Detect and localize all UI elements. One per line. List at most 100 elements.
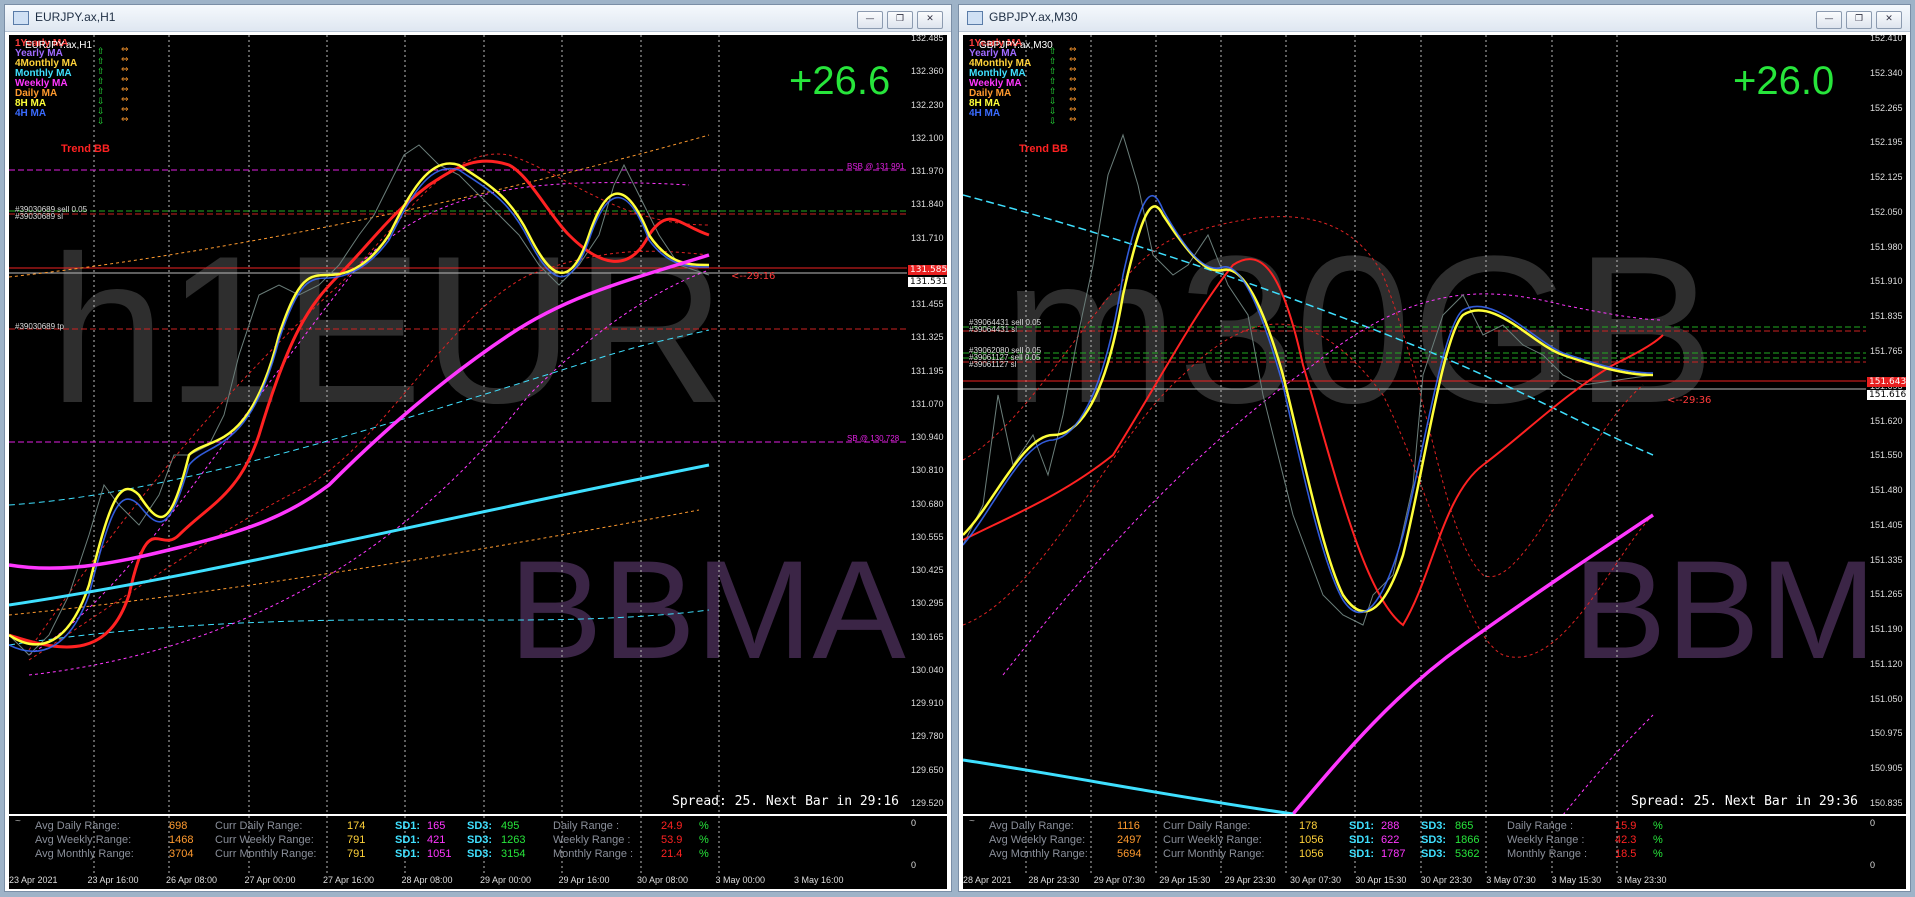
sub-grid [93, 816, 720, 873]
price-tick: 130.940 [911, 432, 944, 443]
spread-info: Spread: 25. Next Bar in 29:36 [1631, 794, 1858, 809]
sub-axis: 0 0 [1866, 816, 1906, 873]
sd1-monthly-value: 1787 [1381, 848, 1406, 860]
order-label[interactable]: #39064431 sl [969, 325, 1017, 334]
trend-bb-label: Trend BB [61, 143, 110, 155]
sd1-weekly-value: 421 [427, 834, 446, 846]
price-tick: 129.780 [911, 731, 944, 742]
title-bar[interactable]: EURJPY.ax,H1 — ❐ ✕ [5, 5, 951, 32]
curr-daily-value: 174 [347, 820, 366, 832]
price-chart[interactable]: h1EUR BBMA 1Yearly MA Yearly MA 4Monthly… [9, 35, 907, 814]
pips-counter: +26.0 [1733, 59, 1835, 103]
bar-timer: <--29:16 [731, 271, 776, 282]
time-tick: 29 Apr 23:30 [1224, 875, 1276, 885]
sd1-label: SD1: [1349, 820, 1375, 832]
indicator-legend: 1Yearly MA Yearly MA 4Monthly MA Monthly… [15, 39, 77, 119]
price-tick: 151.910 [1870, 276, 1903, 287]
sd1-label: SD1: [395, 834, 421, 846]
avg-daily-value: 1116 [1117, 820, 1140, 832]
pct-sign: % [1653, 848, 1663, 860]
price-tick: 132.230 [911, 99, 944, 110]
time-tick: 30 Apr 15:30 [1355, 875, 1407, 885]
current-price-red: 151.643 [1867, 377, 1906, 387]
restore-button[interactable]: ❐ [887, 11, 913, 29]
price-tick: 152.340 [1870, 67, 1903, 78]
current-price-white: 131.531 [908, 277, 947, 287]
curr-weekly-label: Curr Weekly Range: [1163, 834, 1262, 846]
time-tick: 28 Apr 08:00 [401, 875, 453, 885]
order-label[interactable]: #39030689 sl [15, 212, 63, 221]
price-tick: 129.910 [911, 698, 944, 709]
weekly-range-pct: 42.3 [1615, 834, 1637, 846]
sub-axis-tick: 0 [1870, 818, 1876, 828]
sub-axis: 0 0 [907, 816, 947, 873]
monthly-range-label: Monthly Range : [1507, 848, 1588, 860]
chart-window-eurjpy[interactable]: EURJPY.ax,H1 — ❐ ✕ h1EUR BBMA 1Yearly MA… [4, 4, 952, 892]
indicator-legend: 1Yearly MA Yearly MA 4Monthly MA Monthly… [969, 39, 1031, 119]
time-axis[interactable]: 23 Apr 2021 23 Apr 16:00 26 Apr 08:00 27 Ap… [9, 873, 947, 889]
chart-window-icon [967, 11, 983, 25]
price-tick: 151.550 [1870, 450, 1903, 461]
order-label[interactable]: #39061127 sl [969, 360, 1016, 369]
time-tick: 3 May 23:30 [1617, 875, 1667, 885]
time-axis[interactable]: 28 Apr 2021 28 Apr 23:30 29 Apr 07:30 29 Ap… [963, 873, 1906, 889]
sd3-monthly-value: 5362 [1455, 848, 1480, 860]
sub-menu-icon[interactable]: ~ [969, 816, 975, 827]
chart-window-gbpjpy[interactable]: GBPJPY.ax,M30 — ❐ ✕ m30GB BBMA [958, 4, 1911, 892]
sub-grid [1025, 816, 1618, 873]
sd1-monthly-value: 1051 [427, 848, 452, 860]
price-tick: 151.980 [1870, 241, 1903, 252]
trend-arrows-up-icon: ⇧ ⇧ ⇧ ⇧ ⇧ ⇩ ⇩ ⇩ [1049, 47, 1057, 127]
price-chart[interactable]: m30GB BBMA [963, 35, 1866, 814]
avg-weekly-value: 2497 [1117, 834, 1142, 846]
daily-range-label: Daily Range : [1507, 820, 1574, 832]
sub-axis-tick: 0 [1870, 860, 1876, 870]
price-tick: 132.360 [911, 66, 944, 77]
price-tick: 151.835 [1870, 311, 1903, 322]
window-title: EURJPY.ax,H1 [35, 10, 116, 24]
curr-weekly-value: 1056 [1299, 834, 1324, 846]
curr-monthly-value: 1056 [1299, 848, 1324, 860]
title-bar[interactable]: GBPJPY.ax,M30 — ❐ ✕ [959, 5, 1910, 32]
restore-button[interactable]: ❐ [1846, 11, 1872, 29]
curr-daily-label: Curr Daily Range: [1163, 820, 1251, 832]
curr-daily-label: Curr Daily Range: [215, 820, 303, 832]
curr-monthly-value: 791 [347, 848, 366, 860]
curr-monthly-label: Curr Monthly Range: [215, 848, 317, 860]
close-button[interactable]: ✕ [917, 11, 943, 29]
pct-sign: % [1653, 834, 1663, 846]
order-label[interactable]: #39030689 tp [15, 322, 64, 331]
price-tick: 151.620 [1870, 415, 1903, 426]
minimize-button[interactable]: — [857, 11, 883, 29]
weekly-range-label: Weekly Range : [553, 834, 631, 846]
price-axis[interactable]: 152.410 152.340 152.265 152.195 152.125 152.0… [1866, 35, 1906, 814]
time-tick: 30 Apr 23:30 [1420, 875, 1472, 885]
price-tick: 152.195 [1870, 137, 1903, 148]
curr-monthly-label: Curr Monthly Range: [1163, 848, 1265, 860]
minimize-button[interactable]: — [1816, 11, 1842, 29]
chart-window-icon [13, 11, 29, 25]
price-tick: 131.970 [911, 166, 944, 177]
price-tick: 131.325 [911, 332, 944, 343]
time-tick: 3 May 00:00 [715, 875, 766, 885]
legend-4h-ma: 4H MA [15, 108, 47, 119]
sub-axis-tick: 0 [911, 860, 917, 870]
legend-4h-ma: 4H MA [969, 108, 1001, 119]
symbol-label: GBPJPY.ax,M30 [979, 40, 1053, 51]
sub-menu-icon[interactable]: ~ [15, 816, 21, 827]
price-tick: 129.520 [911, 798, 944, 808]
price-tick: 152.125 [1870, 172, 1903, 183]
sd3-weekly-value: 1866 [1455, 834, 1480, 846]
pct-sign: % [1653, 820, 1663, 832]
time-tick: 23 Apr 16:00 [87, 875, 139, 885]
monthly-range-pct: 18.5 [1615, 848, 1637, 860]
sd3-daily-value: 865 [1455, 820, 1474, 832]
price-axis[interactable]: 132.485 132.360 132.230 132.100 131.970 131.8… [907, 35, 947, 814]
avg-monthly-value: 3704 [169, 848, 194, 860]
sd1-weekly-value: 622 [1381, 834, 1400, 846]
avg-weekly-label: Avg Weekly Range: [989, 834, 1086, 846]
time-tick: 3 May 16:00 [794, 875, 844, 885]
close-button[interactable]: ✕ [1876, 11, 1902, 29]
price-tick: 150.905 [1870, 763, 1903, 774]
symbol-label: EURJPY.ax,H1 [25, 40, 93, 51]
